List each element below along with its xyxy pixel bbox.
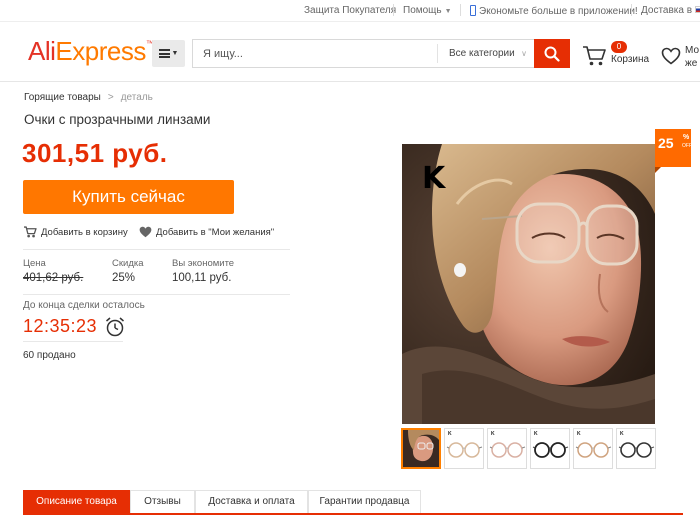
thumbnail-2[interactable]: K [444, 428, 484, 469]
thumbnail-3[interactable]: K [487, 428, 527, 469]
cart-icon [24, 226, 37, 238]
phone-icon [470, 5, 476, 16]
breadcrumb: Горящие товары > деталь [24, 92, 153, 103]
tab-description[interactable]: Описание товара [23, 490, 130, 513]
tab-reviews[interactable]: Отзывы [130, 490, 195, 513]
discount-badge-value: 25 [658, 135, 674, 151]
divider [393, 4, 394, 16]
thumbnail-brand-mark: K [620, 431, 624, 437]
cart-label: Корзина [611, 54, 650, 65]
discount-value: 25% [112, 272, 136, 284]
tabs-underline [23, 513, 683, 515]
deal-countdown-label: До конца сделки осталось [23, 300, 145, 311]
site-header: AliExpress™ ▼ Все категории ∨ 0 Корзина … [0, 22, 700, 82]
divider [460, 4, 461, 16]
thumbnail-brand-mark: K [577, 431, 581, 437]
discount-badge: 25 % OFF [655, 129, 692, 173]
cart-button[interactable]: 0 Корзина [582, 41, 652, 75]
buy-now-button[interactable]: Купить сейчас [23, 180, 234, 214]
wishlist-label: Мо же [685, 45, 700, 69]
breadcrumb-separator: > [107, 92, 114, 103]
discount-label: Скидка [112, 258, 144, 269]
thumbnail-brand-mark: K [534, 431, 538, 437]
thumbnail-1[interactable] [401, 428, 441, 469]
sold-count: 60 продано [23, 350, 76, 361]
search-input[interactable] [193, 40, 437, 67]
chevron-down-icon: ▼ [171, 50, 179, 57]
buyer-protection-link[interactable]: Защита Покупателя [304, 5, 396, 16]
alarm-clock-icon [106, 317, 124, 337]
delivery-label: Доставка в [641, 5, 693, 16]
add-to-cart-label: Добавить в корзину [41, 226, 128, 238]
menu-icon [158, 49, 170, 58]
wishlist-button[interactable]: Мо же [661, 44, 700, 78]
thumbnail-5[interactable]: K [573, 428, 613, 469]
russia-flag-icon [695, 6, 700, 13]
product-price: 301,51 руб. [22, 138, 168, 168]
cart-count-badge: 0 [611, 41, 627, 53]
app-promo-link[interactable]: Экономьте больше в приложении! [470, 5, 638, 17]
app-promo-label: Экономьте больше в приложении! [479, 6, 638, 17]
discount-stat: Скидка 25% [112, 258, 144, 284]
breadcrumb-current: деталь [120, 92, 153, 103]
divider [631, 4, 632, 16]
help-menu[interactable]: Помощь ▼ [403, 5, 452, 16]
breadcrumb-root-link[interactable]: Горящие товары [24, 92, 101, 103]
divider [23, 249, 290, 250]
tab-seller-guarantees[interactable]: Гарантии продавца [308, 490, 421, 513]
categories-menu-button[interactable]: ▼ [152, 40, 185, 67]
heart-icon [661, 47, 681, 65]
deal-countdown-timer: 12:35:23 [23, 316, 98, 336]
original-price-stat: Цена 401,62 руб. [23, 258, 83, 284]
help-label: Помощь [403, 5, 442, 16]
original-price-label: Цена [23, 258, 46, 269]
cart-icon [583, 46, 606, 66]
divider [23, 341, 123, 342]
thumbnail-brand-mark: K [448, 431, 452, 437]
search-bar: Все категории ∨ [192, 39, 570, 68]
aliexpress-logo[interactable]: AliExpress™ [28, 36, 154, 67]
image-brand-mark: K [422, 161, 447, 196]
search-category-select[interactable]: Все категории ∨ [437, 44, 535, 63]
original-price-value: 401,62 руб. [23, 272, 84, 284]
product-tabs: Описание товара Отзывы Доставка и оплата… [23, 490, 683, 515]
heart-icon [139, 226, 152, 238]
product-main-image[interactable]: K [402, 144, 655, 424]
add-to-wishlist-link[interactable]: Добавить в "Мои желания" [139, 226, 274, 238]
logo-part-express: Express [55, 36, 146, 66]
product-photo: K [402, 144, 655, 424]
discount-badge-off: OFF [682, 143, 692, 149]
thumbnail-photo [403, 430, 439, 467]
product-title: Очки с прозрачными линзами [24, 112, 211, 127]
add-to-cart-link[interactable]: Добавить в корзину [23, 226, 128, 238]
search-category-label: Все категории [449, 48, 515, 59]
saving-stat: Вы экономите 100,11 руб. [172, 258, 234, 284]
tab-shipping-payment[interactable]: Доставка и оплата [195, 490, 308, 513]
chevron-down-icon: ∨ [521, 49, 527, 58]
thumbnail-6[interactable]: K [616, 428, 656, 469]
add-to-wishlist-label: Добавить в "Мои желания" [156, 226, 275, 238]
delivery-country-selector[interactable]: Доставка в [641, 5, 700, 16]
divider [23, 294, 290, 295]
discount-badge-percent: % [683, 134, 690, 141]
logo-part-ali: Ali [28, 36, 56, 66]
search-button[interactable] [534, 39, 570, 68]
top-utility-bar: Защита Покупателя Помощь ▼ Экономьте боль… [0, 0, 700, 22]
chevron-down-icon: ▼ [444, 8, 452, 15]
thumbnail-brand-mark: K [491, 431, 495, 437]
thumbnail-4[interactable]: K [530, 428, 570, 469]
search-icon [544, 46, 560, 62]
saving-label: Вы экономите [172, 258, 235, 269]
saving-value: 100,11 руб. [172, 272, 232, 284]
